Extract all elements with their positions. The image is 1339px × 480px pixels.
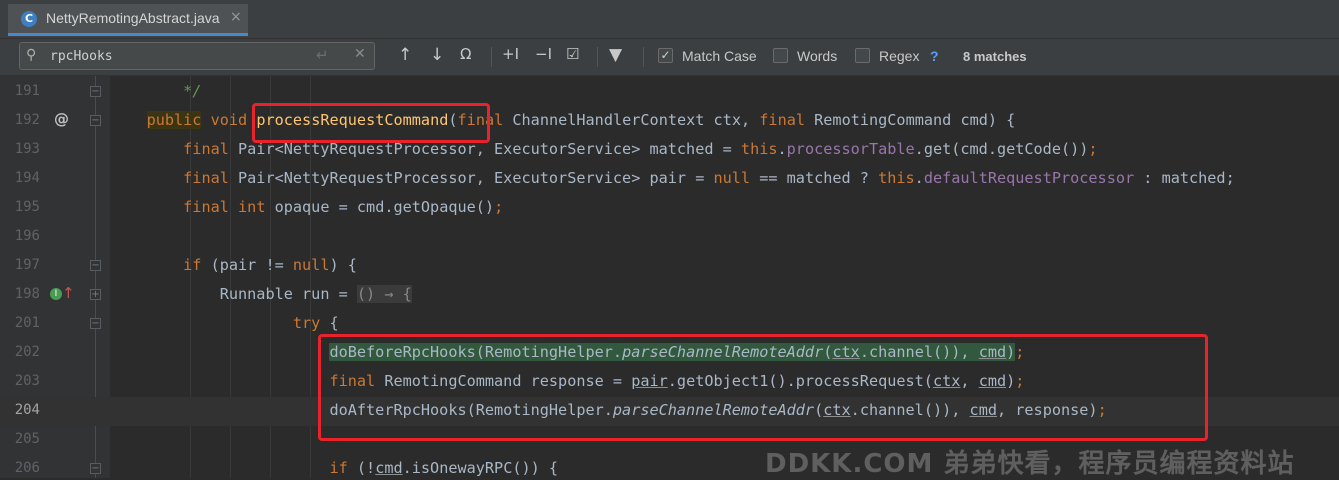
file-tab-label: NettyRemotingAbstract.java (46, 10, 220, 26)
code-text: if (pair != null) { (183, 256, 357, 274)
regex-help-link[interactable]: ? (930, 48, 939, 64)
words-label[interactable]: Words (797, 48, 837, 64)
remove-occurrence-icon[interactable]: −I (535, 45, 552, 63)
clear-search-icon[interactable]: ✕ (354, 46, 366, 62)
match-case-checkbox[interactable]: ✓ (658, 48, 673, 63)
code-line: 195 final int opaque = cmd.getOpaque(); (0, 194, 1339, 223)
filter-icon[interactable]: ▼ (609, 45, 622, 65)
regex-checkbox[interactable] (855, 48, 870, 63)
code-line: 198 I ↑ + Runnable run = () → { (0, 281, 1339, 310)
annotation-box-hooks (318, 334, 1208, 441)
code-line: 193 final Pair<NettyRequestProcessor, Ex… (0, 136, 1339, 165)
code-editor[interactable]: 191 − */ 192 @ − public void processRequ… (0, 76, 1339, 478)
code-text: if (!cmd.isOnewayRPC()) { (329, 459, 559, 477)
watermark: DDKK.COM 弟弟快看，程序员编程资料站 (765, 449, 1295, 479)
code-text: final int opaque = cmd.getOpaque(); (183, 198, 504, 216)
search-box[interactable]: ⚲ ↵ ✕ (19, 42, 375, 70)
match-count: 8 matches (963, 49, 1027, 64)
find-toolbar: ⚲ ↵ ✕ ↑ ↓ Ω +I −I ☑ ▼ ✓ Match Case Words… (0, 39, 1339, 76)
add-occurrence-icon[interactable]: +I (502, 45, 519, 63)
toolbar-separator (597, 47, 598, 67)
newline-icon[interactable]: ↵ (316, 46, 329, 64)
search-icon[interactable]: ⚲ (26, 47, 36, 63)
line-number: 198 (14, 286, 40, 302)
line-number: 206 (14, 460, 40, 476)
code-text: public void processRequestCommand(final … (146, 111, 1016, 129)
code-text: Runnable run = () → { (219, 285, 412, 303)
toolbar-separator (491, 47, 492, 67)
line-number: 205 (14, 431, 40, 447)
line-number: 191 (14, 83, 40, 99)
line-number: 202 (14, 344, 40, 360)
next-occurrence-icon[interactable]: ↓ (430, 45, 444, 65)
code-line: 194 final Pair<NettyRequestProcessor, Ex… (0, 165, 1339, 194)
implementation-icon[interactable]: I (50, 288, 62, 300)
previous-occurrence-icon[interactable]: ↑ (398, 45, 412, 65)
line-number: 203 (14, 373, 40, 389)
fold-marker-icon[interactable]: − (90, 463, 101, 474)
words-checkbox[interactable] (773, 48, 788, 63)
line-number: 192 (14, 112, 40, 128)
go-to-super-icon[interactable]: ↑ (62, 284, 75, 302)
annotation-box-method (252, 103, 490, 143)
code-text: final Pair<NettyRequestProcessor, Execut… (183, 169, 1235, 187)
line-number: 204 (14, 402, 40, 418)
folded-lambda[interactable]: () → { (356, 285, 412, 303)
code-line: 192 @ − public void processRequestComman… (0, 107, 1339, 136)
override-annotation-icon[interactable]: @ (54, 110, 69, 128)
fold-marker-icon[interactable]: − (90, 115, 101, 126)
close-tab-icon[interactable]: × (230, 9, 242, 25)
select-all-occurrences-icon[interactable]: ☑ (566, 45, 579, 63)
fold-expand-icon[interactable]: + (90, 289, 101, 300)
fold-marker-icon[interactable]: − (90, 260, 101, 271)
match-case-label[interactable]: Match Case (682, 48, 757, 64)
fold-marker-icon[interactable]: − (90, 318, 101, 329)
class-c-icon: C (21, 11, 37, 27)
code-line: 197 − if (pair != null) { (0, 252, 1339, 281)
find-all-icon[interactable]: Ω (460, 45, 471, 63)
code-text: try { (292, 314, 339, 332)
file-tab[interactable]: C NettyRemotingAbstract.java × (8, 4, 248, 36)
fold-marker-icon[interactable]: − (90, 86, 101, 97)
line-number: 201 (14, 315, 40, 331)
line-number: 197 (14, 257, 40, 273)
regex-label[interactable]: Regex (879, 48, 919, 64)
line-number: 193 (14, 141, 40, 157)
code-line: 191 − */ (0, 78, 1339, 107)
line-number: 195 (14, 199, 40, 215)
code-line: 196 (0, 223, 1339, 252)
line-number: 196 (14, 228, 40, 244)
toolbar-separator (643, 47, 644, 67)
code-text: */ (183, 82, 202, 100)
editor-tab-bar: C NettyRemotingAbstract.java × (0, 0, 1339, 39)
search-input[interactable] (50, 46, 320, 66)
line-number: 194 (14, 170, 40, 186)
